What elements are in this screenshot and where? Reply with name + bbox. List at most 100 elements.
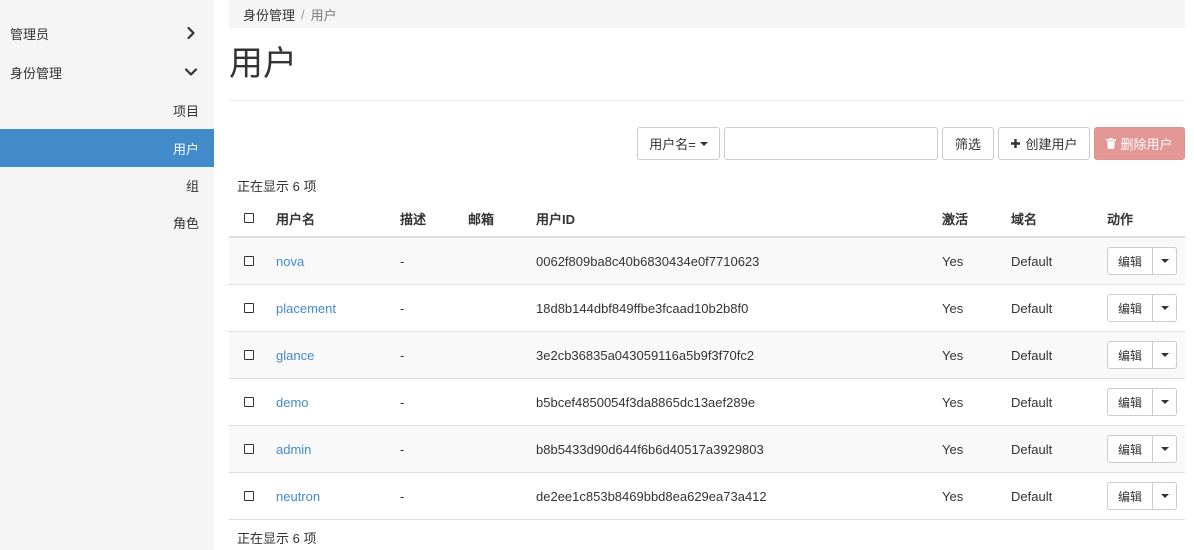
column-header-domain[interactable]: 域名 bbox=[1011, 200, 1107, 238]
sidebar-item-admin[interactable]: 管理员 bbox=[0, 14, 214, 52]
enabled-cell: Yes bbox=[942, 331, 1011, 379]
chevron-down-icon bbox=[184, 65, 198, 79]
caret-down-icon bbox=[1160, 353, 1169, 357]
username-cell: glance bbox=[276, 331, 400, 379]
filter-field-dropdown[interactable]: 用户名= bbox=[637, 127, 720, 160]
user-id-cell: 0062f809ba8c40b6830434e0f7710623 bbox=[536, 237, 942, 285]
username-link[interactable]: placement bbox=[276, 301, 336, 316]
breadcrumb-current: 用户 bbox=[310, 7, 337, 23]
row-actions-dropdown[interactable] bbox=[1153, 482, 1177, 510]
row-action-group: 编辑 bbox=[1107, 435, 1177, 463]
sidebar-item-label: 身份管理 bbox=[10, 65, 63, 81]
column-header-enabled[interactable]: 激活 bbox=[942, 200, 1011, 238]
items-count: 正在显示 6 项 bbox=[237, 179, 317, 194]
sidebar-item-label: 项目 bbox=[172, 103, 199, 119]
edit-button[interactable]: 编辑 bbox=[1107, 294, 1153, 322]
column-header-username[interactable]: 用户名 bbox=[276, 200, 400, 238]
row-select-cell bbox=[229, 378, 276, 426]
email-cell bbox=[468, 472, 536, 520]
plus-icon bbox=[1010, 138, 1021, 149]
row-checkbox[interactable] bbox=[244, 396, 254, 407]
username-link[interactable]: nova bbox=[276, 254, 304, 269]
email-cell bbox=[468, 331, 536, 379]
edit-button[interactable]: 编辑 bbox=[1107, 247, 1153, 275]
username-link[interactable]: demo bbox=[276, 395, 309, 410]
column-header-description[interactable]: 描述 bbox=[400, 200, 468, 238]
user-id-cell: b5bcef4850054f3da8865dc13aef289e bbox=[536, 378, 942, 426]
select-all-checkbox[interactable] bbox=[244, 212, 254, 223]
delete-user-button[interactable]: 删除用户 bbox=[1094, 127, 1185, 160]
sidebar-item-roles[interactable]: 角色 bbox=[0, 203, 214, 241]
edit-button[interactable]: 编辑 bbox=[1107, 341, 1153, 369]
table-row: neutron - de2ee1c853b8469bbd8ea629ea73a4… bbox=[229, 472, 1185, 520]
caret-down-icon bbox=[1160, 306, 1169, 310]
table-header-row: 用户名 描述 邮箱 用户ID 激活 域名 动作 bbox=[229, 200, 1185, 238]
domain-cell: Default bbox=[1011, 237, 1107, 285]
domain-cell: Default bbox=[1011, 284, 1107, 332]
caret-down-icon bbox=[1160, 400, 1169, 404]
description-cell: - bbox=[400, 378, 468, 426]
row-checkbox[interactable] bbox=[244, 490, 254, 501]
column-header-user-id[interactable]: 用户ID bbox=[536, 200, 942, 238]
username-link[interactable]: neutron bbox=[276, 489, 320, 504]
user-id-cell: 3e2cb36835a043059116a5b9f3f70fc2 bbox=[536, 331, 942, 379]
username-link[interactable]: glance bbox=[276, 348, 314, 363]
table-row: demo - b5bcef4850054f3da8865dc13aef289e … bbox=[229, 378, 1185, 426]
breadcrumb-parent[interactable]: 身份管理 bbox=[243, 5, 295, 24]
actions-cell: 编辑 bbox=[1107, 237, 1185, 285]
filter-field-label: 用户名= bbox=[649, 137, 696, 152]
email-cell bbox=[468, 378, 536, 426]
create-user-button[interactable]: 创建用户 bbox=[998, 127, 1090, 160]
filter-button[interactable]: 筛选 bbox=[942, 127, 994, 160]
sidebar-item-label: 组 bbox=[185, 178, 199, 194]
domain-cell: Default bbox=[1011, 378, 1107, 426]
sidebar-item-label: 角色 bbox=[172, 215, 199, 231]
table-row: nova - 0062f809ba8c40b6830434e0f7710623 … bbox=[229, 237, 1185, 285]
enabled-cell: Yes bbox=[942, 378, 1011, 426]
row-actions-dropdown[interactable] bbox=[1153, 247, 1177, 275]
sidebar-item-identity[interactable]: 身份管理 bbox=[0, 53, 214, 91]
domain-cell: Default bbox=[1011, 331, 1107, 379]
row-actions-dropdown[interactable] bbox=[1153, 294, 1177, 322]
table-row: glance - 3e2cb36835a043059116a5b9f3f70fc… bbox=[229, 331, 1185, 379]
edit-button[interactable]: 编辑 bbox=[1107, 482, 1153, 510]
username-cell: neutron bbox=[276, 472, 400, 520]
main-content: 身份管理 / 用户 用户 用户名= 筛选 创建用户 删除用户 正在显示 6 项 … bbox=[229, 0, 1185, 550]
actions-cell: 编辑 bbox=[1107, 331, 1185, 379]
domain-cell: Default bbox=[1011, 472, 1107, 520]
row-select-cell bbox=[229, 425, 276, 473]
column-header-email[interactable]: 邮箱 bbox=[468, 200, 536, 238]
email-cell bbox=[468, 237, 536, 285]
row-checkbox[interactable] bbox=[244, 255, 254, 266]
actions-cell: 编辑 bbox=[1107, 284, 1185, 332]
row-actions-dropdown[interactable] bbox=[1153, 341, 1177, 369]
row-checkbox[interactable] bbox=[244, 349, 254, 360]
breadcrumb: 身份管理 / 用户 bbox=[229, 0, 1185, 28]
sidebar: 管理员 身份管理 项目 用户 组 角色 bbox=[0, 0, 214, 550]
row-checkbox[interactable] bbox=[244, 302, 254, 313]
enabled-cell: Yes bbox=[942, 237, 1011, 285]
row-select-cell bbox=[229, 331, 276, 379]
sidebar-item-projects[interactable]: 项目 bbox=[0, 91, 214, 129]
items-count-footer: 正在显示 6 项 bbox=[237, 531, 317, 546]
sidebar-item-users[interactable]: 用户 bbox=[0, 129, 214, 167]
breadcrumb-separator: / bbox=[301, 6, 305, 22]
page-title: 用户 bbox=[229, 45, 297, 83]
edit-button[interactable]: 编辑 bbox=[1107, 388, 1153, 416]
enabled-cell: Yes bbox=[942, 425, 1011, 473]
row-action-group: 编辑 bbox=[1107, 482, 1177, 510]
sidebar-item-groups[interactable]: 组 bbox=[0, 166, 214, 204]
column-header-actions: 动作 bbox=[1107, 200, 1185, 238]
filter-input[interactable] bbox=[724, 127, 938, 160]
caret-down-icon bbox=[1160, 494, 1169, 498]
user-id-cell: 18d8b144dbf849ffbe3fcaad10b2b8f0 bbox=[536, 284, 942, 332]
row-action-group: 编辑 bbox=[1107, 388, 1177, 416]
row-actions-dropdown[interactable] bbox=[1153, 435, 1177, 463]
username-cell: demo bbox=[276, 378, 400, 426]
username-link[interactable]: admin bbox=[276, 442, 311, 457]
row-checkbox[interactable] bbox=[244, 443, 254, 454]
description-cell: - bbox=[400, 331, 468, 379]
row-actions-dropdown[interactable] bbox=[1153, 388, 1177, 416]
sidebar-item-previous[interactable] bbox=[0, 0, 214, 14]
edit-button[interactable]: 编辑 bbox=[1107, 435, 1153, 463]
